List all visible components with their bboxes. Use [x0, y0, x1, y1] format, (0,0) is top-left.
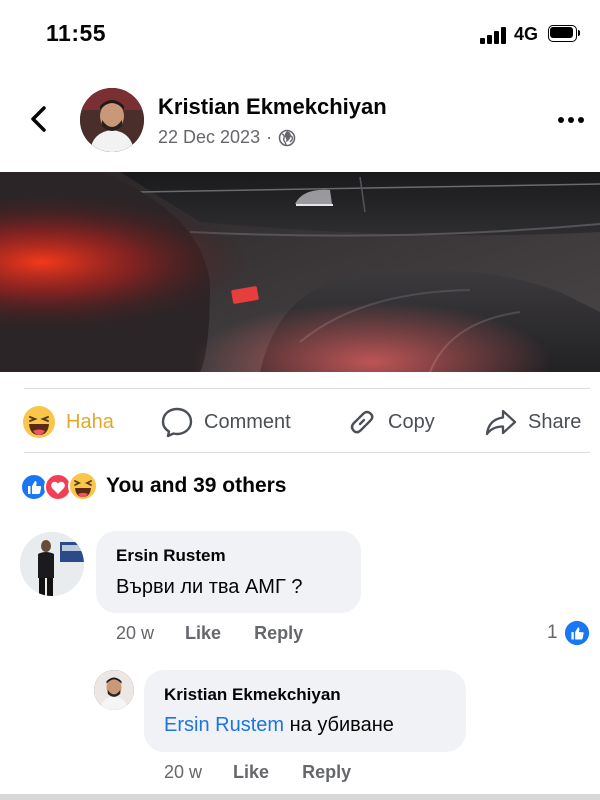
meta-separator: ·	[266, 127, 273, 147]
status-time: 11:55	[46, 20, 107, 46]
reply-like-link[interactable]: Like	[233, 762, 269, 782]
reply-time: 20 w	[164, 762, 203, 782]
post-date[interactable]: 22 Dec 2023	[158, 127, 260, 148]
chevron-left-icon	[31, 106, 46, 132]
reply-body: на убиване	[289, 714, 394, 736]
copy-label: Copy	[388, 410, 435, 433]
comment-icon	[161, 407, 193, 438]
reaction-icons	[20, 471, 104, 501]
battery-icon	[548, 25, 580, 42]
comment-bubble[interactable]: Ersin Rustem Върви ли тва АМГ ?	[96, 531, 361, 613]
post-image[interactable]	[0, 172, 600, 372]
globe-icon	[278, 129, 296, 146]
comment-time: 20 w	[116, 623, 155, 643]
back-button[interactable]	[22, 102, 56, 136]
signal-icon	[480, 26, 508, 44]
comment-like-link[interactable]: Like	[185, 623, 221, 643]
reactions-count-label: You and 39 others	[106, 474, 287, 497]
post-header: Kristian Ekmekchiyan 22 Dec 2023 ·	[0, 80, 600, 170]
copy-link-button[interactable]: Copy	[346, 404, 435, 440]
reply-text: Ersin Rustem на убиване	[164, 714, 394, 737]
share-label: Share	[528, 410, 582, 433]
reply-meta: 20 w Like Reply	[164, 762, 379, 783]
reactions-summary[interactable]: You and 39 others	[20, 470, 286, 502]
comment-like-number: 1	[547, 622, 558, 643]
comment-button[interactable]: Comment	[160, 404, 291, 440]
mention-link[interactable]: Ersin Rustem	[164, 714, 284, 736]
more-dots-icon	[558, 117, 584, 123]
post-author[interactable]: Kristian Ekmekchiyan	[158, 94, 387, 120]
comment-text: Върви ли тва АМГ ?	[116, 576, 303, 598]
haha-emoji-icon	[23, 406, 55, 438]
comment-meta: 20 w Like Reply	[116, 623, 331, 644]
comment-label: Comment	[204, 410, 291, 433]
comment-reply-link[interactable]: Reply	[254, 623, 303, 643]
status-bar: 11:55 4G	[0, 0, 600, 70]
replier-avatar[interactable]	[94, 670, 134, 710]
author-avatar[interactable]	[80, 88, 144, 152]
divider	[24, 452, 590, 453]
bottom-edge	[0, 794, 600, 800]
reply-reply-link[interactable]: Reply	[302, 762, 351, 782]
divider	[24, 388, 590, 389]
reply-author[interactable]: Kristian Ekmekchiyan	[164, 685, 341, 705]
share-button[interactable]: Share	[484, 404, 581, 440]
share-arrow-icon	[485, 409, 517, 436]
network-label: 4G	[514, 24, 539, 44]
post-meta: 22 Dec 2023 ·	[158, 127, 296, 148]
post-action-bar: Haha Comment Copy Share	[0, 394, 600, 452]
link-icon	[350, 410, 374, 434]
haha-reaction-button[interactable]: Haha	[22, 404, 114, 440]
commenter-avatar[interactable]	[20, 532, 84, 596]
comment-author[interactable]: Ersin Rustem	[116, 546, 226, 566]
comment-like-count[interactable]: 1	[547, 620, 590, 646]
haha-label: Haha	[66, 410, 114, 433]
like-icon	[564, 620, 589, 646]
haha-icon	[68, 471, 98, 501]
reply-bubble[interactable]: Kristian Ekmekchiyan Ersin Rustem на уби…	[144, 670, 466, 752]
more-options-button[interactable]	[556, 108, 586, 132]
